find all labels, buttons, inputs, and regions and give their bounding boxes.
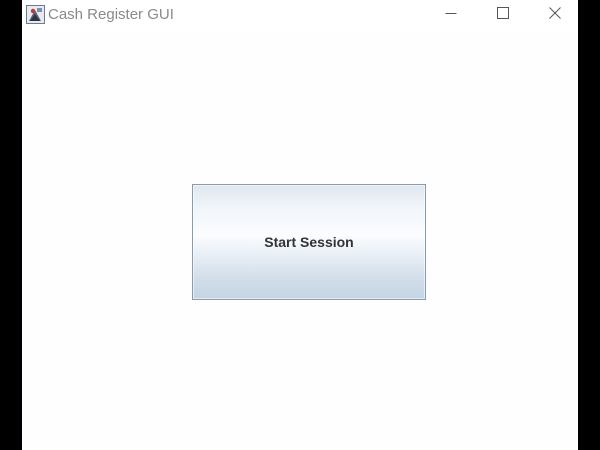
close-button[interactable] <box>532 0 578 30</box>
app-window: Cash Register GUI Start Session <box>22 0 578 450</box>
start-session-label: Start Session <box>264 234 354 250</box>
maximize-button[interactable] <box>480 0 526 30</box>
close-icon <box>549 6 561 24</box>
content-pane: Start Session <box>22 30 578 450</box>
java-cup-icon[interactable] <box>26 5 45 24</box>
minimize-icon <box>445 6 457 24</box>
title-bar[interactable]: Cash Register GUI <box>22 0 578 30</box>
maximize-icon <box>497 6 509 24</box>
minimize-button[interactable] <box>428 0 474 30</box>
window-title: Cash Register GUI <box>48 6 174 23</box>
start-session-button[interactable]: Start Session <box>192 184 426 300</box>
